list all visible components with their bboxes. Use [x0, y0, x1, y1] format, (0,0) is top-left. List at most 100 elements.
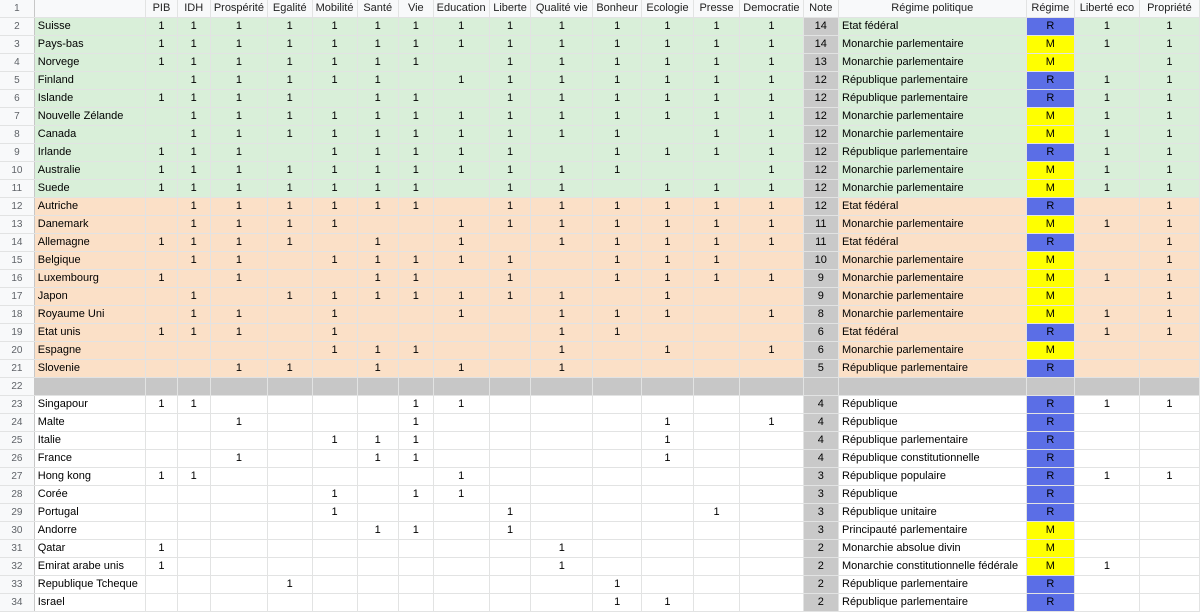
column-header-presse[interactable]: Presse	[693, 0, 741, 18]
cell-prosperite[interactable]: 1	[210, 71, 268, 90]
cell-qualite-vie[interactable]	[530, 467, 594, 486]
cell-note[interactable]: 3	[803, 521, 840, 540]
cell-sante[interactable]: 1	[357, 233, 399, 252]
cell-liberte[interactable]: 1	[489, 53, 532, 72]
cell-regime[interactable]: M	[1026, 161, 1076, 180]
cell-sante[interactable]: 1	[357, 89, 399, 108]
cell-ecologie[interactable]: 1	[641, 233, 694, 252]
cell-sante[interactable]: 1	[357, 197, 399, 216]
cell-regime[interactable]: M	[1026, 125, 1076, 144]
column-header-vie[interactable]: Vie	[398, 0, 434, 18]
cell-egalite[interactable]	[267, 431, 313, 450]
cell-presse[interactable]: 1	[693, 107, 741, 126]
cell-presse[interactable]	[693, 431, 741, 450]
cell-mobilite[interactable]	[312, 269, 358, 288]
cell-pib[interactable]	[145, 71, 178, 90]
cell-sante[interactable]	[357, 377, 399, 396]
row-number[interactable]: 14	[0, 233, 35, 252]
cell-prosperite[interactable]: 1	[210, 35, 268, 54]
cell-democratie[interactable]	[739, 431, 804, 450]
cell-sante[interactable]: 1	[357, 71, 399, 90]
cell-liberte-eco[interactable]: 1	[1074, 71, 1140, 90]
cell-bonheur[interactable]	[592, 449, 643, 468]
cell-liberte-eco[interactable]	[1074, 521, 1140, 540]
cell-pib[interactable]: 1	[145, 161, 178, 180]
cell-mobilite[interactable]	[312, 377, 358, 396]
cell-ecologie[interactable]: 1	[641, 197, 694, 216]
cell-country[interactable]: Pays-bas	[34, 35, 147, 54]
row-number[interactable]: 26	[0, 449, 35, 468]
cell-egalite[interactable]	[267, 395, 313, 414]
cell-regime[interactable]: R	[1026, 503, 1076, 522]
cell-education[interactable]: 1	[433, 305, 490, 324]
cell-prosperite[interactable]: 1	[210, 305, 268, 324]
row-number[interactable]: 6	[0, 89, 35, 108]
cell-vie[interactable]: 1	[398, 89, 434, 108]
cell-presse[interactable]: 1	[693, 179, 741, 198]
cell-pib[interactable]	[145, 449, 178, 468]
cell-prosperite[interactable]	[210, 377, 268, 396]
cell-liberte[interactable]: 1	[489, 251, 532, 270]
cell-ecologie[interactable]: 1	[641, 107, 694, 126]
cell-regime[interactable]: R	[1026, 323, 1076, 342]
cell-note[interactable]: 6	[803, 323, 840, 342]
column-header-regime-politique[interactable]: Régime politique	[838, 0, 1027, 18]
cell-prosperite[interactable]: 1	[210, 413, 268, 432]
cell-regime-politique[interactable]: Etat fédéral	[838, 17, 1027, 36]
cell-egalite[interactable]	[267, 341, 313, 360]
cell-education[interactable]: 1	[433, 35, 490, 54]
cell-mobilite[interactable]: 1	[312, 287, 358, 306]
cell-pib[interactable]: 1	[145, 233, 178, 252]
row-number[interactable]: 7	[0, 107, 35, 126]
cell-mobilite[interactable]	[312, 575, 358, 594]
cell-democratie[interactable]: 1	[739, 215, 804, 234]
cell-prosperite[interactable]	[210, 341, 268, 360]
row-number[interactable]: 25	[0, 431, 35, 450]
cell-egalite[interactable]	[267, 305, 313, 324]
cell-country[interactable]: Republique Tcheque	[34, 575, 147, 594]
cell-vie[interactable]: 1	[398, 197, 434, 216]
cell-vie[interactable]: 1	[398, 431, 434, 450]
cell-ecologie[interactable]	[641, 125, 694, 144]
cell-note[interactable]: 12	[803, 179, 840, 198]
cell-liberte-eco[interactable]: 1	[1074, 215, 1140, 234]
cell-regime-politique[interactable]: Etat fédéral	[838, 197, 1027, 216]
cell-regime[interactable]: R	[1026, 197, 1076, 216]
cell-vie[interactable]: 1	[398, 179, 434, 198]
cell-qualite-vie[interactable]	[530, 503, 594, 522]
cell-bonheur[interactable]	[592, 341, 643, 360]
cell-sante[interactable]: 1	[357, 269, 399, 288]
cell-democratie[interactable]	[739, 575, 804, 594]
cell-note[interactable]: 3	[803, 503, 840, 522]
cell-prosperite[interactable]: 1	[210, 89, 268, 108]
cell-education[interactable]: 1	[433, 251, 490, 270]
cell-note[interactable]: 5	[803, 359, 840, 378]
cell-egalite[interactable]: 1	[267, 125, 313, 144]
cell-country[interactable]: Hong kong	[34, 467, 147, 486]
cell-regime-politique[interactable]: République parlementaire	[838, 71, 1027, 90]
cell-idh[interactable]: 1	[177, 89, 211, 108]
cell-country[interactable]: France	[34, 449, 147, 468]
cell-note[interactable]: 12	[803, 107, 840, 126]
row-number[interactable]: 2	[0, 17, 35, 36]
cell-liberte[interactable]	[489, 539, 532, 558]
cell-propriete[interactable]: 1	[1139, 143, 1200, 162]
cell-sante[interactable]: 1	[357, 107, 399, 126]
cell-note[interactable]: 12	[803, 71, 840, 90]
cell-idh[interactable]: 1	[177, 17, 211, 36]
cell-propriete[interactable]: 1	[1139, 215, 1200, 234]
cell-egalite[interactable]	[267, 557, 313, 576]
cell-democratie[interactable]	[739, 557, 804, 576]
cell-pib[interactable]	[145, 521, 178, 540]
cell-propriete[interactable]	[1139, 539, 1200, 558]
cell-liberte[interactable]	[489, 575, 532, 594]
cell-regime[interactable]: M	[1026, 269, 1076, 288]
cell-mobilite[interactable]: 1	[312, 215, 358, 234]
cell-education[interactable]	[433, 269, 490, 288]
cell-regime-politique[interactable]: République populaire	[838, 467, 1027, 486]
cell-idh[interactable]	[177, 593, 211, 612]
cell-idh[interactable]: 1	[177, 197, 211, 216]
cell-democratie[interactable]	[739, 449, 804, 468]
cell-regime-politique[interactable]: Monarchie parlementaire	[838, 107, 1027, 126]
cell-idh[interactable]	[177, 575, 211, 594]
